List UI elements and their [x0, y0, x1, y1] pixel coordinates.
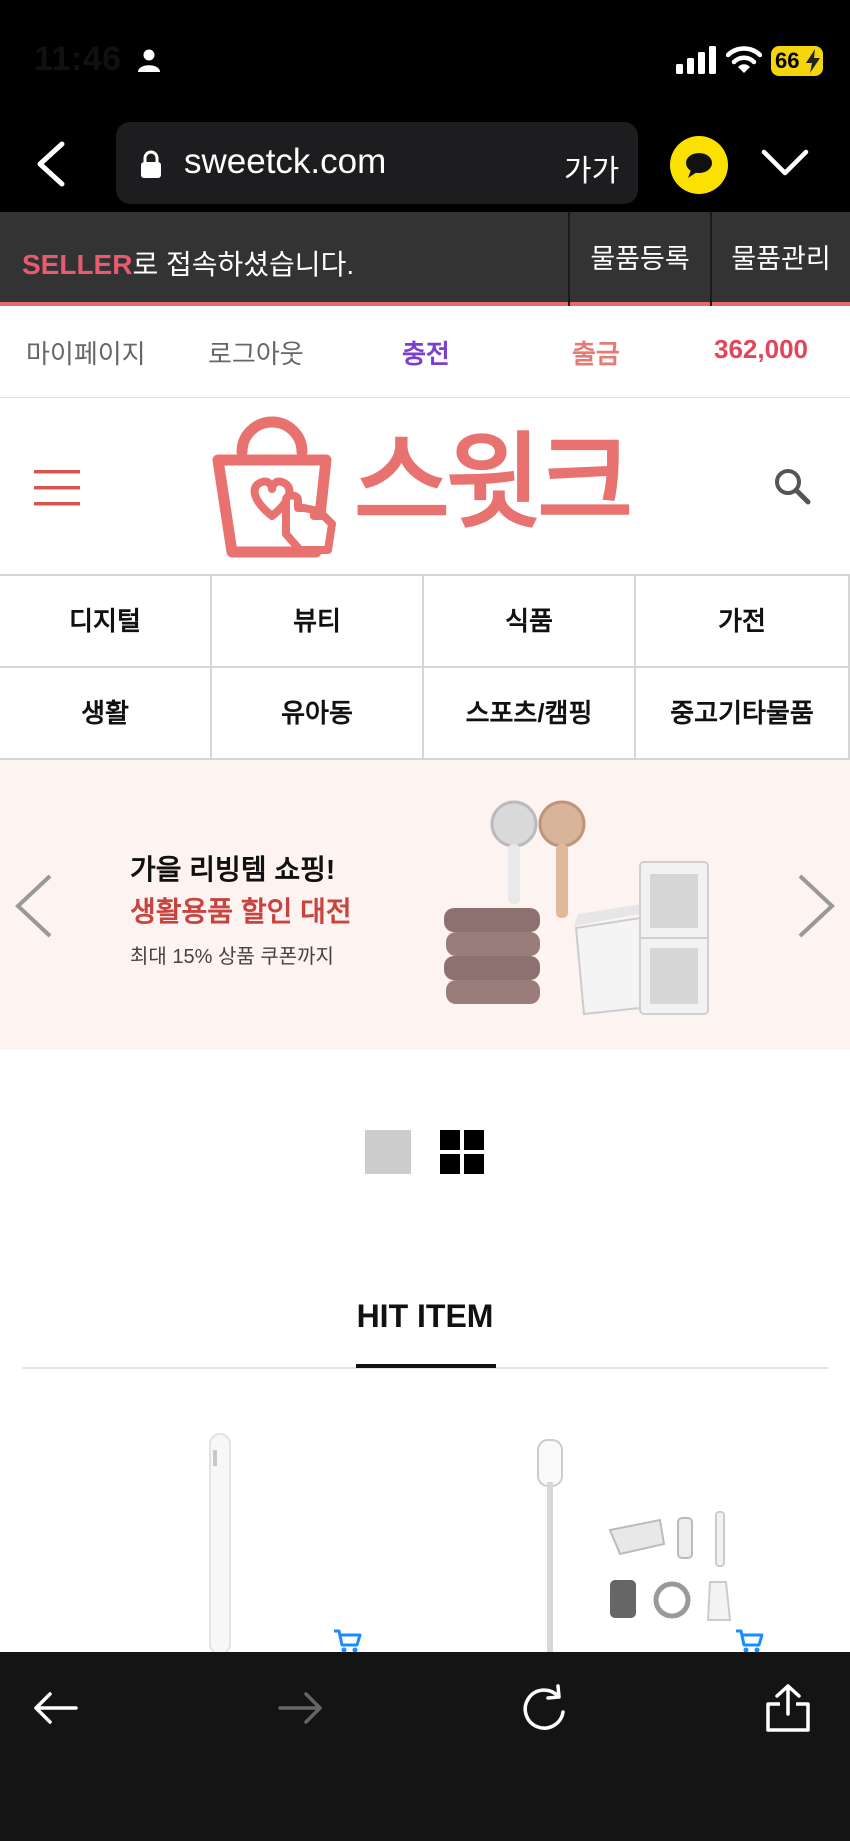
text-size-button[interactable]: 가가	[564, 146, 619, 190]
category-digital[interactable]: 디지털	[0, 576, 212, 668]
browser-back-icon[interactable]	[34, 140, 68, 188]
wifi-icon	[726, 46, 762, 73]
shopping-bag-hand-icon	[212, 416, 336, 558]
category-used-other[interactable]: 중고기타물품	[636, 668, 850, 760]
kakao-chat-button[interactable]	[670, 136, 728, 194]
category-appliances[interactable]: 가전	[636, 576, 850, 668]
charging-bolt-icon	[806, 49, 820, 73]
category-living[interactable]: 생활	[0, 668, 212, 760]
category-kids[interactable]: 유아동	[212, 668, 424, 760]
browser-toolbar	[0, 1652, 850, 1841]
seller-role: SELLER	[22, 249, 133, 280]
chevron-down-icon[interactable]	[760, 146, 810, 180]
register-item-button[interactable]: 물품등록	[568, 212, 710, 306]
lock-icon	[141, 150, 161, 178]
reload-icon[interactable]	[518, 1682, 570, 1734]
banner-prev-icon[interactable]	[12, 872, 56, 940]
battery-level: 66	[775, 48, 800, 73]
logout-link[interactable]: 로그아웃	[208, 334, 304, 371]
status-bar	[0, 0, 850, 112]
site-logo[interactable]: 스윗크	[204, 412, 644, 562]
person-icon	[138, 49, 160, 72]
promo-banner[interactable]	[0, 760, 850, 1050]
category-food[interactable]: 식품	[424, 576, 636, 668]
hamburger-menu-icon[interactable]	[34, 468, 80, 508]
product-image-vacuum[interactable]	[420, 1420, 750, 1652]
cart-icon[interactable]	[332, 1628, 362, 1654]
banner-note: 최대 15% 상품 쿠폰까지	[130, 946, 334, 968]
forward-arrow-icon	[278, 1692, 322, 1724]
cart-icon[interactable]	[734, 1628, 764, 1654]
banner-title: 가을 리빙템 쇼핑!	[130, 854, 336, 885]
withdraw-link[interactable]: 출금	[572, 334, 620, 371]
manage-items-button[interactable]: 물품관리	[710, 212, 850, 306]
category-sports-camping[interactable]: 스포츠/캠핑	[424, 668, 636, 760]
single-view-icon[interactable]	[365, 1130, 411, 1174]
banner-subtitle: 생활용품 할인 대전	[130, 896, 352, 927]
share-icon[interactable]	[762, 1682, 814, 1734]
seller-message: SELLER로 접속하셨습니다.	[22, 243, 354, 283]
signal-icon	[676, 46, 716, 74]
search-icon[interactable]	[772, 466, 812, 506]
product-image-stylus[interactable]	[80, 1420, 410, 1652]
logo-text: 스윗크	[354, 425, 633, 541]
status-time: 11:46	[34, 40, 122, 78]
section-title-underline	[356, 1364, 496, 1368]
grid-view-icon[interactable]	[440, 1130, 486, 1176]
seller-message-text: 로 접속하셨습니다.	[132, 249, 355, 280]
charge-link[interactable]: 충전	[402, 334, 450, 371]
url-text[interactable]: sweetck.com	[184, 142, 386, 182]
category-beauty[interactable]: 뷰티	[212, 576, 424, 668]
battery-indicator: 66	[771, 46, 823, 76]
category-grid: 디지털 뷰티 식품 가전 생활 유아동 스포츠/캠핑 중고기타물품	[0, 574, 850, 760]
balance-amount: 362,000	[714, 334, 808, 364]
back-arrow-icon[interactable]	[30, 1682, 82, 1734]
banner-next-icon[interactable]	[794, 872, 838, 940]
mypage-link[interactable]: 마이페이지	[26, 334, 146, 371]
section-title: HIT ITEM	[356, 1298, 494, 1334]
chat-bubble-icon	[686, 153, 712, 178]
banner-product-image	[444, 800, 709, 1016]
